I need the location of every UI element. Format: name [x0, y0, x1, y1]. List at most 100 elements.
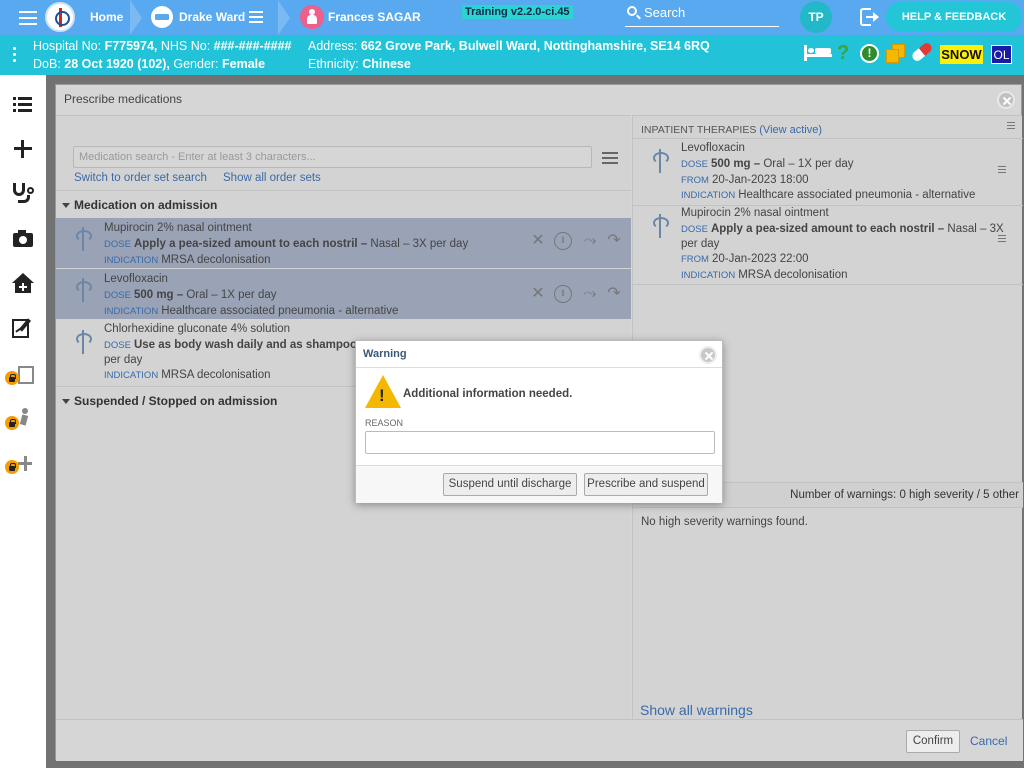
bed-status-icon[interactable]	[804, 45, 832, 61]
dose-continued: per day	[104, 354, 143, 366]
section-medication-on-admission[interactable]: Medication on admission	[56, 190, 631, 218]
suspend-icon[interactable]: ‖	[554, 232, 572, 250]
stethoscope-icon[interactable]	[10, 181, 36, 205]
medication-row[interactable]: Mupirocin 2% nasal ointment DOSE Apply a …	[56, 218, 631, 268]
left-sidebar	[0, 75, 46, 768]
dose: Apply a pea-sized amount to each nostril…	[710, 223, 945, 235]
pill-icon[interactable]	[910, 41, 934, 63]
medication-icon	[74, 227, 94, 251]
list-icon[interactable]	[10, 93, 36, 117]
warnings-count: Number of warnings: 0 high severity / 5 …	[790, 489, 1019, 501]
main-menu-icon[interactable]	[19, 11, 37, 25]
indication-label: INDICATION	[104, 255, 159, 266]
remove-icon[interactable]: ✕	[529, 285, 547, 303]
therapy-name: Mupirocin 2% nasal ointment	[681, 207, 829, 219]
home-plus-icon[interactable]	[10, 272, 36, 296]
breadcrumb-separator	[130, 0, 142, 35]
notes-icon[interactable]	[886, 44, 906, 64]
therapy-row[interactable]: Levofloxacin DOSE 500 mg – Oral – 1X per …	[633, 138, 1023, 204]
medication-icon	[74, 330, 94, 354]
dose-label: DOSE	[681, 224, 708, 235]
add-locked-icon	[5, 452, 36, 476]
home-link[interactable]: Home	[90, 10, 123, 24]
banner-ethnicity: Ethnicity: Chinese	[308, 57, 411, 71]
show-all-warnings-link[interactable]: Show all warnings	[640, 702, 753, 718]
person-locked-icon	[5, 407, 36, 431]
warning-exclamation: !	[379, 386, 385, 405]
dob-label: DoB:	[33, 57, 65, 71]
route: Oral – 1X per day	[183, 289, 277, 301]
ol-badge[interactable]: OL	[991, 45, 1012, 64]
medication-icon	[74, 278, 94, 302]
switch-order-set-link[interactable]: Switch to order set search	[74, 172, 207, 184]
help-feedback-button[interactable]: HELP & FEEDBACK	[886, 2, 1022, 32]
dose: 500 mg –	[133, 289, 184, 301]
dose: Use as body wash daily and as shampoo on	[133, 339, 375, 351]
nhs-no-label: NHS No:	[157, 39, 214, 53]
user-avatar[interactable]: TP	[800, 1, 832, 33]
from-label: FROM	[681, 175, 709, 186]
therapies-menu-icon[interactable]	[1007, 122, 1015, 132]
patient-name[interactable]: Frances SAGAR	[328, 10, 421, 24]
snow-badge[interactable]: SNOW	[940, 45, 983, 64]
continue-icon[interactable]: ↷	[605, 285, 623, 303]
lock-icon	[5, 371, 19, 385]
question-icon[interactable]: ?	[837, 42, 849, 65]
dob: 28 Oct 1920 (102),	[64, 57, 170, 71]
global-search[interactable]: Search	[625, 4, 779, 27]
therapy-menu-icon[interactable]	[998, 166, 1006, 176]
warning-message: Additional information needed.	[403, 388, 573, 400]
medication-search-input[interactable]: Medication search - Enter at least 3 cha…	[73, 146, 592, 168]
logout-icon[interactable]	[860, 8, 880, 26]
camera-icon[interactable]	[10, 227, 36, 251]
continue-icon[interactable]: ↷	[605, 232, 623, 250]
alert-icon[interactable]: !	[860, 44, 879, 63]
therapy-menu-icon[interactable]	[998, 235, 1006, 245]
indication-label: INDICATION	[104, 370, 159, 381]
gender-label: Gender:	[169, 57, 223, 71]
medication-name: Chlorhexidine gluconate 4% solution	[104, 323, 291, 335]
banner-dob: DoB: 28 Oct 1920 (102), Gender: Female	[33, 57, 265, 71]
edit-chart-icon[interactable]	[10, 316, 36, 340]
therapies-title: INPATIENT THERAPIES	[641, 124, 757, 136]
ward-link[interactable]: Drake Ward	[179, 10, 245, 24]
ethnicity-label: Ethnicity:	[308, 57, 363, 71]
warning-title: Warning	[356, 341, 722, 368]
search-label: Search	[644, 5, 686, 20]
nhs-no: ###-###-####	[213, 39, 292, 53]
indication: Healthcare associated pneumonia - altern…	[738, 189, 976, 201]
modal-close-icon[interactable]	[997, 91, 1015, 109]
indication: MRSA decolonisation	[161, 369, 271, 381]
medication-name: Mupirocin 2% nasal ointment	[104, 222, 252, 234]
suspend-until-discharge-button[interactable]: Suspend until discharge	[443, 473, 577, 496]
no-warnings-text: No high severity warnings found.	[641, 516, 808, 528]
search-menu-icon[interactable]	[602, 152, 618, 164]
reason-input[interactable]	[365, 431, 715, 454]
confirm-button[interactable]: Confirm	[906, 730, 960, 753]
route-continued: per day	[681, 238, 720, 250]
remove-icon[interactable]: ✕	[529, 232, 547, 250]
cancel-link[interactable]: Cancel	[970, 734, 1007, 748]
patient-banner: Hospital No: F775974, NHS No: ###-###-##…	[0, 35, 1024, 75]
warning-footer: Suspend until discharge Prescribe and su…	[356, 465, 722, 503]
plus-icon[interactable]	[10, 137, 36, 161]
suspend-icon[interactable]: ‖	[554, 285, 572, 303]
warning-close-icon[interactable]	[699, 346, 717, 364]
dose: Apply a pea-sized amount to each nostril…	[133, 238, 368, 250]
indication-label: INDICATION	[681, 270, 736, 281]
hospital-no-label: Hospital No:	[33, 39, 105, 53]
indication: Healthcare associated pneumonia - altern…	[161, 305, 399, 317]
medication-row[interactable]: Levofloxacin DOSE 500 mg – Oral – 1X per …	[56, 269, 631, 319]
view-active-link[interactable]: (View active)	[759, 124, 822, 136]
from-date: 20-Jan-2023 22:00	[711, 253, 809, 265]
ward-menu-icon[interactable]	[249, 11, 263, 23]
show-order-sets-link[interactable]: Show all order sets	[223, 172, 321, 184]
indication-label: INDICATION	[104, 306, 159, 317]
modify-icon[interactable]: ⤳	[581, 232, 599, 250]
route: Oral – 1X per day	[760, 158, 854, 170]
modify-icon[interactable]: ⤳	[581, 285, 599, 303]
app-logo[interactable]	[45, 2, 75, 32]
therapy-row[interactable]: Mupirocin 2% nasal ointment DOSE Apply a …	[633, 205, 1023, 285]
prescribe-and-suspend-button[interactable]: Prescribe and suspend	[584, 473, 708, 496]
banner-menu-icon[interactable]	[13, 47, 17, 65]
